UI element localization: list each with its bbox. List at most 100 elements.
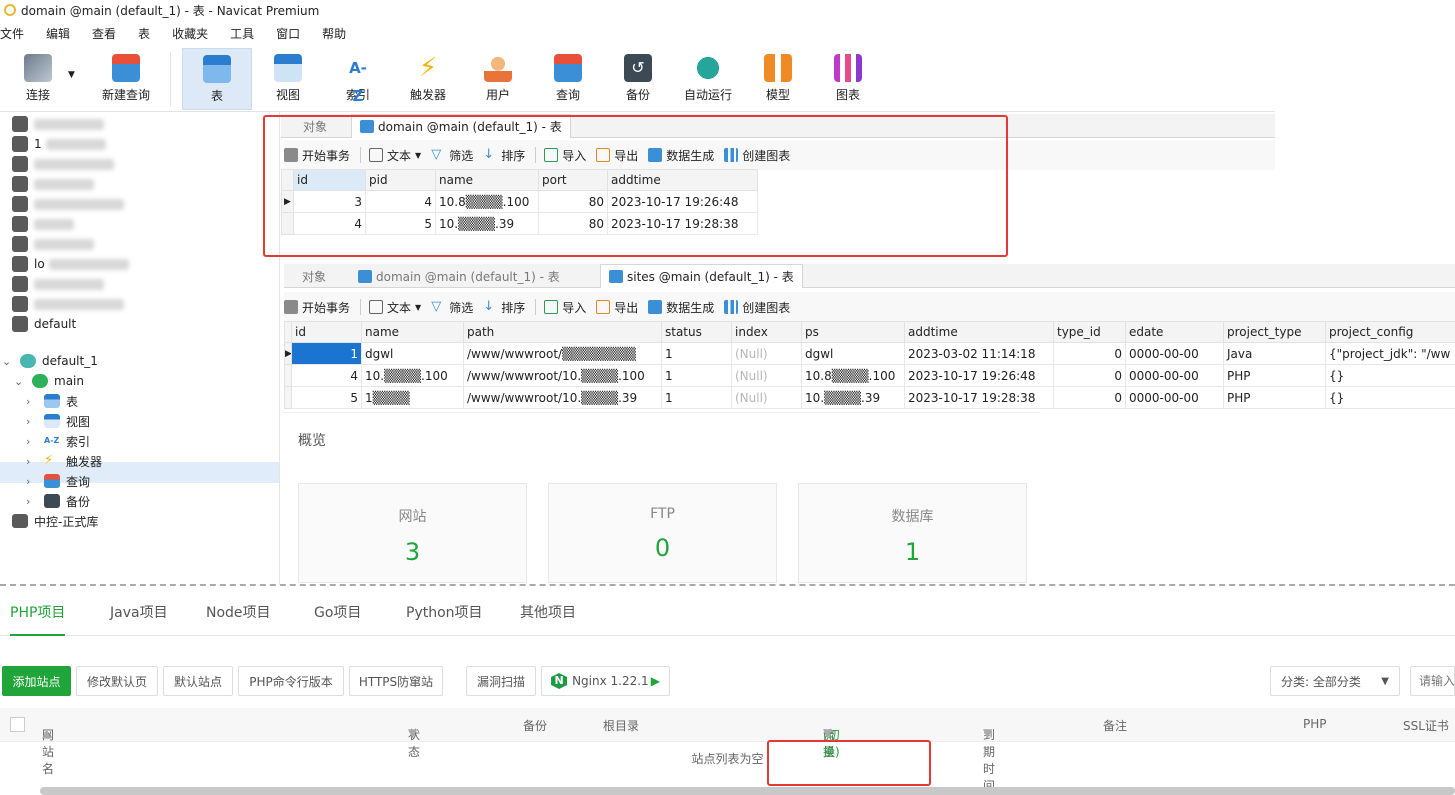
connection-item[interactable]: lo <box>12 254 129 274</box>
connection-item[interactable] <box>12 114 104 134</box>
chevron-right-icon[interactable]: › <box>26 395 38 408</box>
grid-cell[interactable]: 0 <box>1053 386 1126 409</box>
grid-cell[interactable]: 2023-10-17 19:28:38 <box>904 386 1054 409</box>
modify-default-page-button[interactable]: 修改默认页 <box>76 666 158 696</box>
column-header-status[interactable]: status <box>661 321 732 343</box>
tab-java-projects[interactable]: Java项目 <box>110 590 168 636</box>
grid-cell[interactable]: /www/wwwroot/▒▒▒▒▒▒▒▒ <box>463 342 662 365</box>
text-button[interactable]: 文本 ▼ <box>369 299 421 316</box>
export-button[interactable]: 导出 <box>596 299 638 316</box>
column-header-id[interactable]: id <box>291 321 362 343</box>
toolbar-new-query-button[interactable]: 新建查询 <box>82 48 170 110</box>
default-site-button[interactable]: 默认站点 <box>163 666 233 696</box>
tree-node-indexes[interactable]: › A-Z 索引 <box>26 431 90 451</box>
tree-node-backups[interactable]: › 备份 <box>26 491 90 511</box>
column-header-project-config[interactable]: project_config <box>1325 321 1455 343</box>
menu-help[interactable]: 帮助 <box>322 25 346 42</box>
connection-item[interactable]: 1 <box>12 134 106 154</box>
grid-cell[interactable]: 10.▒▒▒▒.39 <box>801 386 905 409</box>
column-header-name[interactable]: name <box>361 321 464 343</box>
grid-cell[interactable]: 4 <box>291 364 362 387</box>
menu-favorites[interactable]: 收藏夹 <box>172 25 208 42</box>
menu-window[interactable]: 窗口 <box>276 25 300 42</box>
table-row[interactable]: 4 10.▒▒▒▒.100 /www/wwwroot/10.▒▒▒▒.100 1… <box>284 364 1455 387</box>
toolbar-user-button[interactable]: 用户 <box>466 48 530 110</box>
chevron-right-icon[interactable]: › <box>26 455 38 468</box>
grid-cell[interactable]: /www/wwwroot/10.▒▒▒▒.39 <box>463 386 662 409</box>
grid-cell[interactable]: 2023-10-17 19:26:48 <box>904 364 1054 387</box>
grid-cell[interactable]: {} <box>1325 386 1455 409</box>
chevron-right-icon[interactable]: › <box>26 435 38 448</box>
add-site-button[interactable]: 添加站点 <box>2 666 71 696</box>
tab-node-projects[interactable]: Node项目 <box>206 590 271 636</box>
connection-item[interactable] <box>12 154 114 174</box>
grid-cell[interactable]: (Null) <box>731 386 802 409</box>
toolbar-automation-button[interactable]: 自动运行 <box>676 48 740 110</box>
tab-sites-table[interactable]: sites @main (default_1) - 表 <box>600 264 803 288</box>
toolbar-backup-button[interactable]: ↺ 备份 <box>606 48 670 110</box>
grid-cell[interactable]: {"project_jdk": "/ww <box>1325 342 1455 365</box>
overview-card-sites[interactable]: 网站 3 <box>298 483 527 583</box>
connection-zhongkong[interactable]: 中控-正式库 <box>12 511 98 531</box>
tree-node-triggers[interactable]: › ⚡ 触发器 <box>26 451 102 471</box>
grid-cell[interactable]: dgwl <box>801 342 905 365</box>
column-header-ps[interactable]: ps <box>801 321 905 343</box>
tree-node-tables[interactable]: › 表 <box>26 391 78 411</box>
column-header-edate[interactable]: edate <box>1125 321 1224 343</box>
column-header-path[interactable]: path <box>463 321 662 343</box>
menu-edit[interactable]: 编辑 <box>46 25 70 42</box>
connection-item[interactable]: default <box>12 314 76 334</box>
database-main[interactable]: ⌄ main <box>14 371 84 391</box>
table-row[interactable]: 5 1▒▒▒▒ /www/wwwroot/10.▒▒▒▒.39 1 (Null)… <box>284 386 1455 409</box>
toolbar-trigger-button[interactable]: ⚡ 触发器 <box>396 48 460 110</box>
site-search-input[interactable] <box>1410 666 1455 696</box>
create-chart-button[interactable]: 创建图表 <box>724 299 790 316</box>
grid-cell[interactable]: {} <box>1325 364 1455 387</box>
grid-cell[interactable]: 0000-00-00 <box>1125 364 1224 387</box>
select-all-checkbox[interactable] <box>10 717 25 732</box>
tab-python-projects[interactable]: Python项目 <box>406 590 483 636</box>
tree-node-queries[interactable]: › 查询 <box>26 471 90 491</box>
https-anti-hijack-button[interactable]: HTTPS防窜站 <box>349 666 443 696</box>
grid-cell[interactable]: 1▒▒▒▒ <box>361 386 464 409</box>
chevron-right-icon[interactable]: › <box>26 475 38 488</box>
connection-item[interactable] <box>12 194 124 214</box>
nginx-version-button[interactable]: N Nginx 1.22.1 ▶ <box>541 666 670 696</box>
connection-default-1[interactable]: ⌄ default_1 <box>2 351 98 371</box>
grid-cell[interactable]: Java <box>1223 342 1326 365</box>
connection-item[interactable] <box>12 294 124 314</box>
chevron-down-icon[interactable]: ▼ <box>68 70 75 80</box>
tab-other-projects[interactable]: 其他项目 <box>520 590 576 636</box>
horizontal-scrollbar[interactable] <box>40 787 1455 795</box>
connection-item[interactable] <box>12 214 74 234</box>
filter-button[interactable]: ▽ 筛选 <box>431 299 473 316</box>
connection-item[interactable] <box>12 274 104 294</box>
column-header-project-type[interactable]: project_type <box>1223 321 1326 343</box>
column-header-index[interactable]: index <box>731 321 802 343</box>
tree-node-views[interactable]: › 视图 <box>26 411 90 431</box>
import-button[interactable]: 导入 <box>544 299 586 316</box>
tab-objects[interactable]: 对象 <box>294 264 354 288</box>
toolbar-index-button[interactable]: A-Z 索引 <box>326 48 390 110</box>
menu-tools[interactable]: 工具 <box>230 25 254 42</box>
grid-cell[interactable]: PHP <box>1223 364 1326 387</box>
toolbar-connect-button[interactable]: 连接 <box>6 48 70 110</box>
toolbar-chart-button[interactable]: 图表 <box>816 48 880 110</box>
connection-item[interactable] <box>12 174 94 194</box>
chevron-down-icon[interactable]: ⌄ <box>2 355 14 368</box>
grid-cell[interactable]: (Null) <box>731 364 802 387</box>
tab-go-projects[interactable]: Go项目 <box>314 590 361 636</box>
grid-cell[interactable]: 1 <box>661 364 732 387</box>
toolbar-table-button[interactable]: 表 <box>182 48 252 110</box>
grid-cell[interactable]: 10.▒▒▒▒.100 <box>361 364 464 387</box>
toolbar-query-button[interactable]: 查询 <box>536 48 600 110</box>
grid-cell[interactable]: 1 <box>661 342 732 365</box>
table-row[interactable]: ▶ 1 dgwl /www/wwwroot/▒▒▒▒▒▒▒▒ 1 (Null) … <box>284 342 1455 365</box>
chevron-down-icon[interactable]: ⌄ <box>14 375 26 388</box>
grid-cell[interactable]: 10.8▒▒▒▒.100 <box>801 364 905 387</box>
php-cli-version-button[interactable]: PHP命令行版本 <box>238 666 344 696</box>
toolbar-model-button[interactable]: 模型 <box>746 48 810 110</box>
menu-table[interactable]: 表 <box>138 25 150 42</box>
menu-file[interactable]: 文件 <box>0 25 24 42</box>
grid-cell[interactable]: 0 <box>1053 364 1126 387</box>
